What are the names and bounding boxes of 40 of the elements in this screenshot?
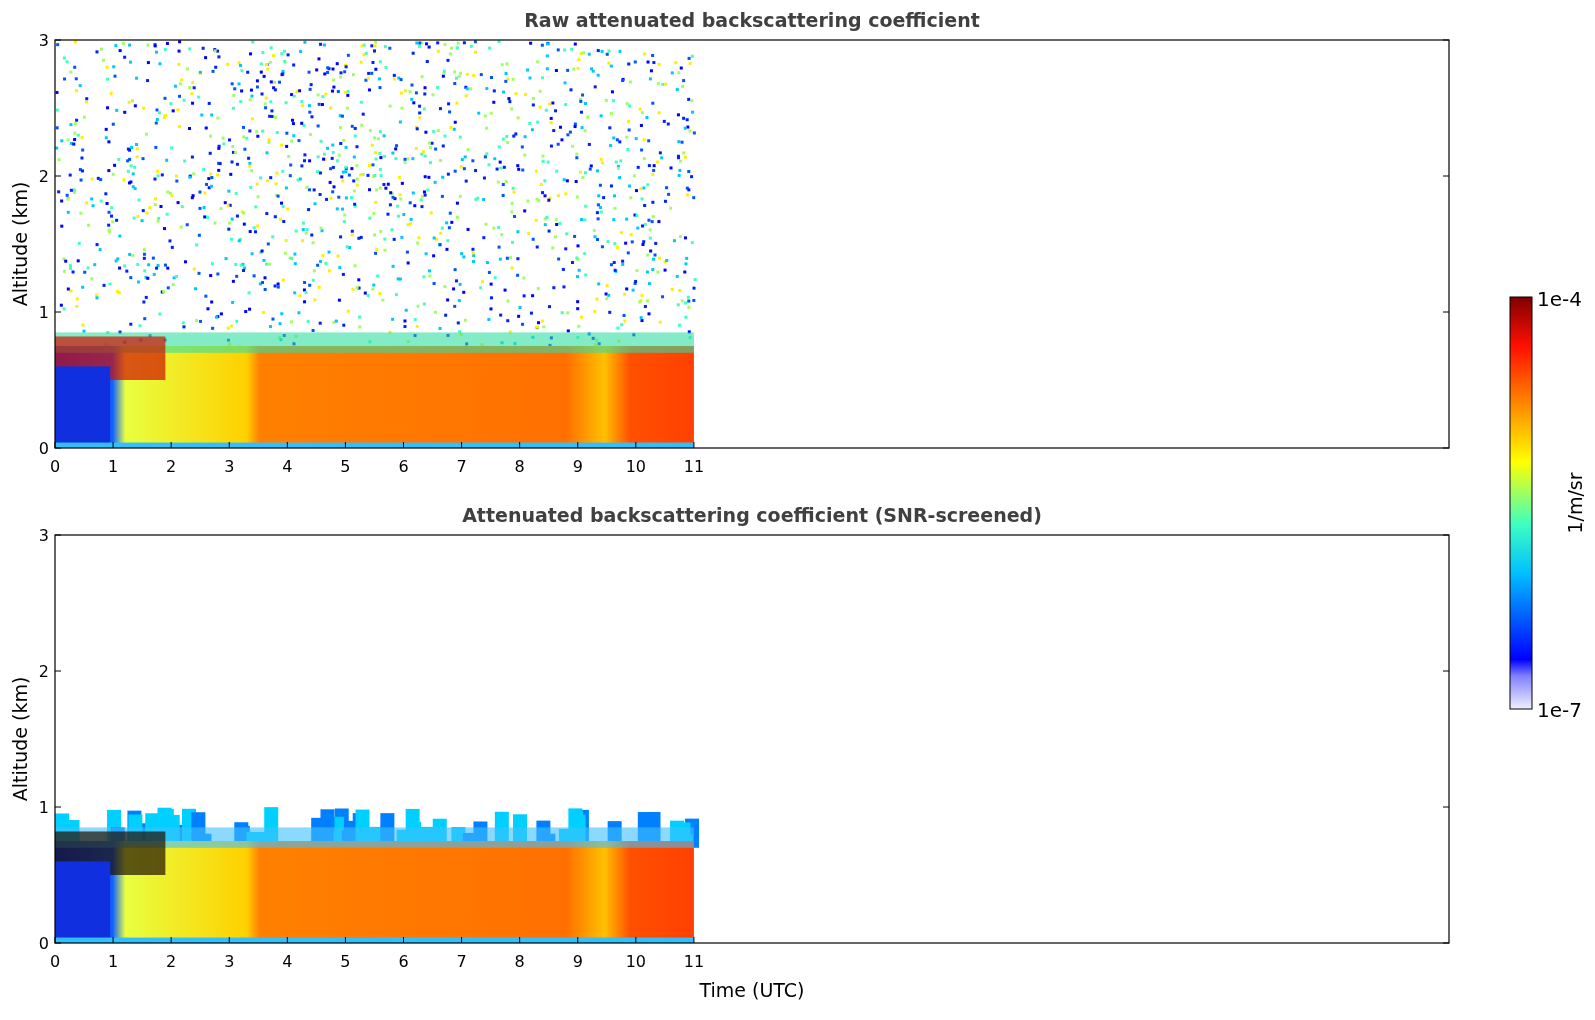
x-tick-label: 2 xyxy=(166,952,177,971)
x-tick-label: 0 xyxy=(49,952,61,971)
y-axis-label: Altitude (km) xyxy=(9,181,31,307)
y-tick-label: 3 xyxy=(38,526,49,545)
y-tick-label: 0 xyxy=(38,934,49,953)
chart-title: Raw attenuated backscattering coefficient xyxy=(524,9,980,31)
x-tick-label: 10 xyxy=(625,952,646,971)
colorbar-min-label: 1e-7 xyxy=(1537,698,1582,722)
y-tick-label: 1 xyxy=(38,303,49,322)
x-tick-label: 5 xyxy=(340,952,351,971)
x-tick-label: 2 xyxy=(166,457,177,476)
x-tick-label: 3 xyxy=(224,457,235,476)
x-axis-label: Time (UTC) xyxy=(699,979,805,1001)
y-axis-label: Altitude (km) xyxy=(9,676,31,802)
y-tick-label: 2 xyxy=(38,167,49,186)
x-tick-label: 4 xyxy=(282,457,293,476)
x-tick-label: 11 xyxy=(683,457,705,476)
chart-title: Attenuated backscattering coefficient (SNR-screened) xyxy=(462,504,1042,526)
y-tick-label: 3 xyxy=(38,31,49,50)
y-tick-label: 2 xyxy=(38,662,49,681)
x-tick-label: 11 xyxy=(683,952,705,971)
y-tick-label: 0 xyxy=(38,439,49,458)
x-tick-label: 5 xyxy=(340,457,351,476)
x-tick-label: 10 xyxy=(625,457,646,476)
x-tick-label: 3 xyxy=(224,952,235,971)
x-tick-label: 0 xyxy=(49,457,61,476)
x-tick-label: 9 xyxy=(572,952,583,971)
x-tick-label: 1 xyxy=(108,952,119,971)
x-tick-label: 1 xyxy=(108,457,119,476)
colorbar-unit-label: 1/m/sr xyxy=(1564,472,1586,534)
colorbar-max-label: 1e-4 xyxy=(1537,292,1582,311)
x-tick-label: 6 xyxy=(398,457,409,476)
x-tick-label: 8 xyxy=(514,952,525,971)
x-tick-label: 6 xyxy=(398,952,409,971)
x-tick-label: 8 xyxy=(514,457,525,476)
y-tick-label: 1 xyxy=(38,798,49,817)
x-tick-label: 7 xyxy=(456,457,467,476)
x-tick-label: 7 xyxy=(456,952,467,971)
x-tick-label: 9 xyxy=(572,457,583,476)
x-tick-label: 4 xyxy=(282,952,293,971)
